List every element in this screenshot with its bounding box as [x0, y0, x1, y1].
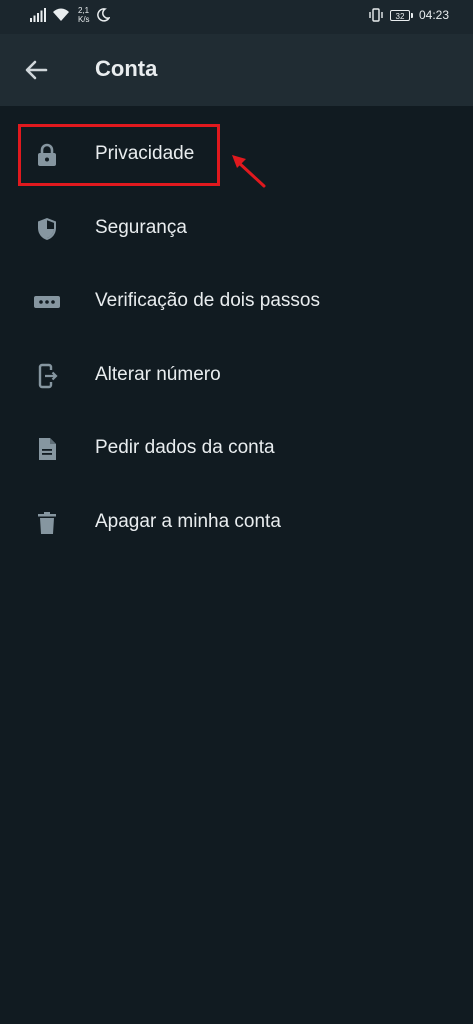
app-bar: Conta: [0, 34, 473, 106]
network-speed-value: 2,1: [78, 6, 90, 15]
shield-icon: [38, 217, 56, 240]
menu-item-request-account-info[interactable]: Pedir dados da conta: [0, 412, 473, 486]
back-button[interactable]: [20, 56, 52, 84]
status-left: 2,1 K/s: [30, 6, 110, 24]
document-icon: [39, 438, 56, 460]
signal-icon: [30, 8, 46, 22]
menu-item-two-step-verification[interactable]: Verificação de dois passos: [0, 265, 473, 339]
clock: 04:23: [418, 8, 449, 22]
lock-icon: [38, 143, 56, 166]
menu-item-security[interactable]: Segurança: [0, 192, 473, 266]
status-bar: 2,1 K/s 32 04:23: [0, 0, 473, 34]
page-title: Conta: [95, 56, 158, 81]
menu-item-change-number[interactable]: Alterar número: [0, 339, 473, 413]
battery-level: 32: [389, 9, 410, 21]
wifi-icon: [53, 8, 69, 21]
menu-item-privacy[interactable]: Privacidade: [0, 118, 473, 192]
network-speed: 2,1 K/s: [78, 6, 90, 24]
menu-item-label: Privacidade: [95, 143, 195, 164]
menu-item-label: Alterar número: [95, 363, 221, 385]
menu-item-delete-account[interactable]: Apagar a minha conta: [0, 486, 473, 560]
menu-item-label: Apagar a minha conta: [95, 510, 281, 532]
menu-item-label: Verificação de dois passos: [95, 290, 320, 311]
battery-tip: [410, 12, 413, 18]
password-dots-icon: [34, 296, 60, 308]
status-right: 32 04:23: [368, 8, 449, 22]
arrow-back-icon: [25, 60, 48, 80]
network-speed-unit: K/s: [78, 15, 90, 24]
vibrate-icon: [369, 8, 383, 22]
menu-item-label: Segurança: [95, 216, 187, 238]
trash-icon: [38, 511, 56, 534]
moon-icon: [96, 8, 110, 22]
phone-change-icon: [38, 363, 58, 388]
battery-indicator: 32: [389, 9, 413, 21]
account-menu: Privacidade Segurança Verificação de doi…: [0, 118, 473, 559]
menu-item-label: Pedir dados da conta: [95, 437, 275, 458]
